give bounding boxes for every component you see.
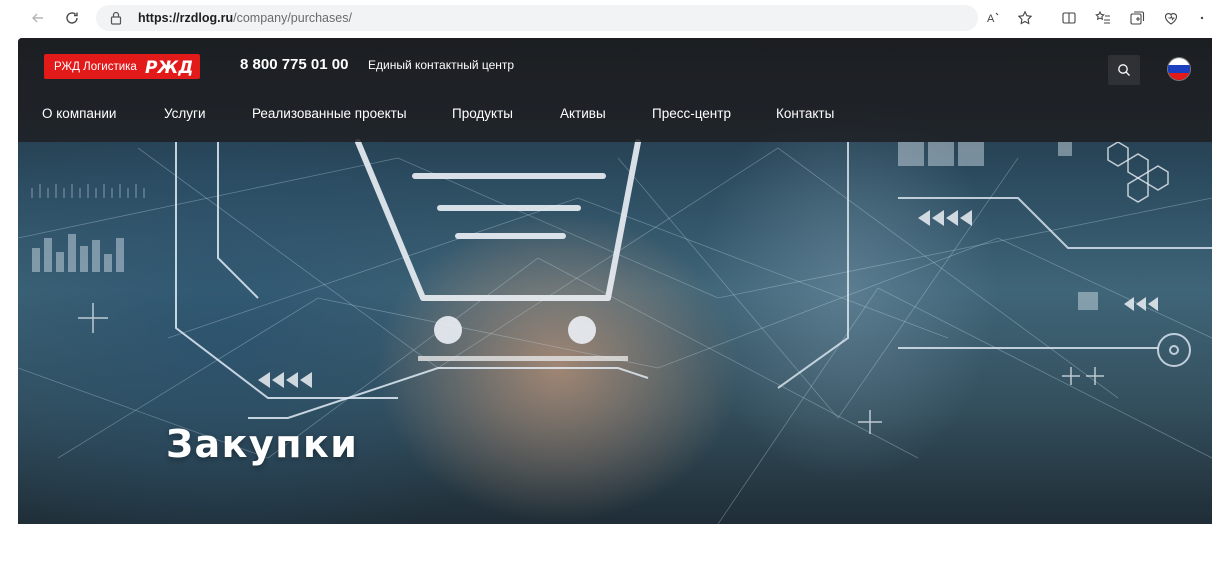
back-icon[interactable]: [28, 8, 48, 28]
search-button[interactable]: [1108, 55, 1140, 85]
collections-icon[interactable]: [1128, 9, 1146, 27]
read-aloud-icon[interactable]: A: [984, 9, 1002, 27]
browser-essentials-icon[interactable]: [1162, 9, 1180, 27]
lock-icon[interactable]: [110, 11, 130, 25]
logo-text: РЖД Логистика: [54, 60, 137, 73]
site-page: РЖД Логистика РЖД 8 800 775 01 00 Единый…: [18, 38, 1212, 524]
url-domain: https://rzdlog.ru: [138, 11, 234, 25]
split-screen-icon[interactable]: [1060, 9, 1078, 27]
menu-item-press-center[interactable]: Пресс-центр: [652, 106, 731, 121]
page-title: Закупки: [166, 422, 359, 466]
site-logo[interactable]: РЖД Логистика РЖД: [44, 54, 200, 79]
contact-center-label: Единый контактный центр: [368, 58, 515, 72]
browser-toolbar: https://rzdlog.ru/company/purchases/ A: [0, 0, 1212, 36]
svg-text:A: A: [987, 13, 995, 25]
menu-item-about[interactable]: О компании: [42, 106, 116, 121]
address-bar[interactable]: https://rzdlog.ru/company/purchases/: [96, 5, 978, 31]
menu-item-products[interactable]: Продукты: [452, 106, 513, 121]
favorite-icon[interactable]: [1016, 9, 1034, 27]
url-text: https://rzdlog.ru/company/purchases/: [138, 11, 352, 25]
favorites-list-icon[interactable]: [1094, 9, 1112, 27]
url-path: /company/purchases/: [233, 11, 352, 25]
menu-item-assets[interactable]: Активы: [560, 106, 606, 121]
refresh-icon[interactable]: [62, 8, 82, 28]
contact-phone[interactable]: 8 800 775 01 00: [240, 56, 348, 73]
site-header: РЖД Логистика РЖД 8 800 775 01 00 Единый…: [18, 38, 1212, 142]
flag-russia-icon[interactable]: [1168, 58, 1190, 80]
menu-item-services[interactable]: Услуги: [164, 106, 206, 121]
search-icon: [1118, 64, 1130, 76]
menu-item-projects[interactable]: Реализованные проекты: [252, 106, 407, 121]
menu-item-contacts[interactable]: Контакты: [776, 106, 834, 121]
more-icon[interactable]: [1196, 9, 1208, 27]
logo-mark-text: РЖД: [145, 58, 193, 76]
rzd-logo-icon: РЖД: [145, 58, 193, 76]
